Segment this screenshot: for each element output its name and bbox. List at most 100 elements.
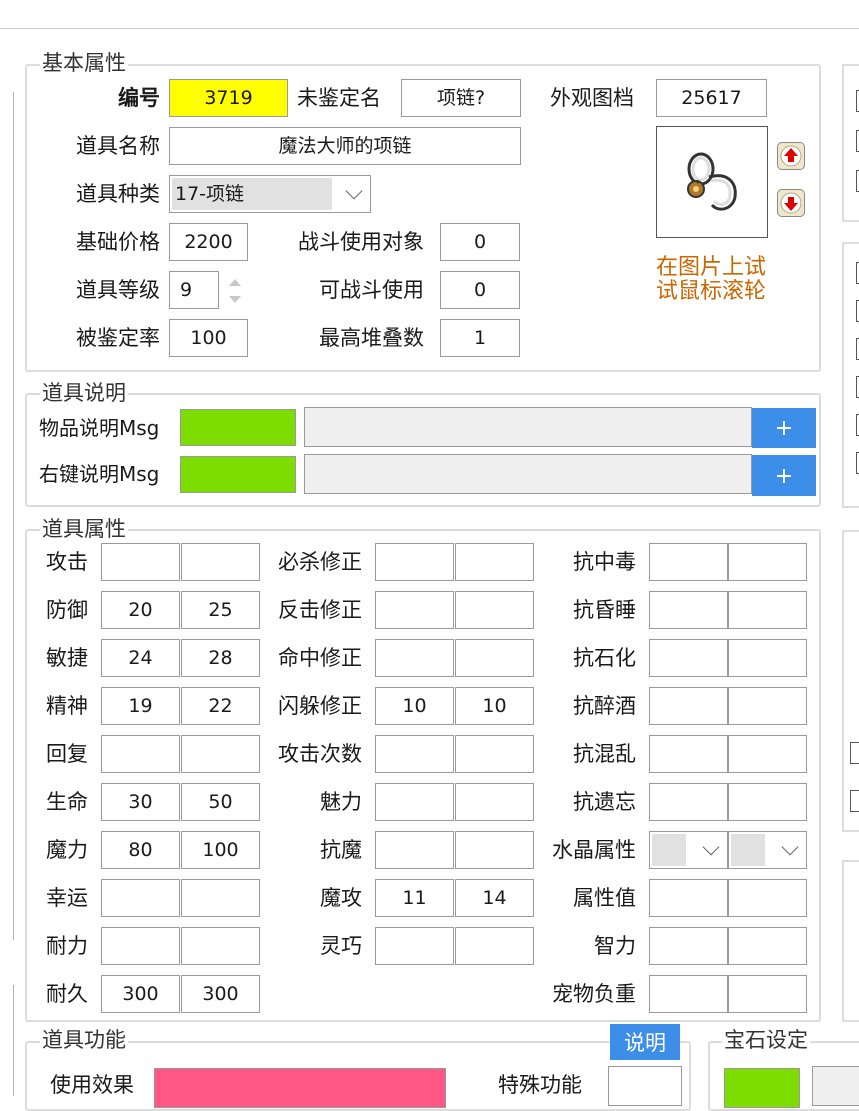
- special-function-field[interactable]: [608, 1066, 682, 1106]
- appearance-id-label: 外观图档: [550, 86, 634, 110]
- attr-right-field-max[interactable]: [728, 927, 807, 965]
- level-spinner[interactable]: [226, 274, 244, 308]
- chevron-down-icon: [781, 838, 799, 856]
- attr-mid-field-min[interactable]: [375, 591, 454, 629]
- use-effect-field[interactable]: [154, 1068, 446, 1108]
- attr-right-field-max[interactable]: [728, 879, 807, 917]
- id-label: 编号: [118, 86, 160, 110]
- right-panel-3-checkbox-1[interactable]: [850, 742, 859, 764]
- right-click-msg-text-field[interactable]: [304, 454, 752, 494]
- gem-extra-field[interactable]: [812, 1066, 859, 1106]
- attr-left-field-max[interactable]: [181, 735, 260, 773]
- base-price-label: 基础价格: [76, 230, 160, 254]
- unidentified-name-field[interactable]: 项链?: [401, 79, 521, 117]
- item-level-label: 道具等级: [76, 278, 160, 302]
- attr-left-field-max[interactable]: [181, 543, 260, 581]
- attr-left-field-min[interactable]: 300: [101, 975, 180, 1013]
- attr-left-field-max[interactable]: 300: [181, 975, 260, 1013]
- attr-mid-field-min[interactable]: [375, 543, 454, 581]
- attr-left-field-max[interactable]: 25: [181, 591, 260, 629]
- attr-right-field-min[interactable]: [649, 879, 728, 917]
- battle-target-field[interactable]: 0: [440, 223, 520, 261]
- max-stack-field[interactable]: 1: [440, 319, 520, 357]
- attr-right-field-max[interactable]: [728, 975, 807, 1013]
- battle-usable-field[interactable]: 0: [440, 271, 520, 309]
- item-type-select[interactable]: 17-项链: [169, 175, 371, 213]
- attr-left-field-min[interactable]: 24: [101, 639, 180, 677]
- attr-right-label: 抗醉酒: [573, 694, 636, 718]
- function-help-button[interactable]: 说明: [610, 1024, 680, 1060]
- attr-right-field-min[interactable]: [649, 591, 728, 629]
- gem-id-field[interactable]: [724, 1068, 800, 1108]
- attr-right-field-min[interactable]: [649, 735, 728, 773]
- attr-mid-field-min[interactable]: [375, 735, 454, 773]
- item-msg-text-field[interactable]: [304, 407, 752, 447]
- attr-mid-field-min[interactable]: [375, 639, 454, 677]
- attr-left-label: 幸运: [46, 886, 88, 910]
- attr-mid-field-min[interactable]: [375, 927, 454, 965]
- attr-left-field-min[interactable]: 20: [101, 591, 180, 629]
- attr-left-field-max[interactable]: [181, 879, 260, 917]
- item-msg-id-field[interactable]: [180, 409, 296, 446]
- image-down-button[interactable]: [777, 189, 805, 217]
- image-up-button[interactable]: [777, 142, 805, 170]
- attr-right-field-min[interactable]: [649, 687, 728, 725]
- spinner-arrows-icon: [229, 279, 241, 303]
- attr-mid-field-min[interactable]: 10: [375, 687, 454, 725]
- attr-left-field-max[interactable]: 22: [181, 687, 260, 725]
- item-level-field[interactable]: 9: [169, 271, 219, 309]
- attr-left-field-min[interactable]: 80: [101, 831, 180, 869]
- attr-right-field-max[interactable]: [728, 591, 807, 629]
- attr-mid-label: 必杀修正: [278, 550, 362, 574]
- attr-right-field-max[interactable]: [728, 687, 807, 725]
- chevron-down-icon: [702, 838, 720, 856]
- attr-right-field-max[interactable]: [728, 783, 807, 821]
- item-image-preview[interactable]: [656, 126, 768, 238]
- attr-left-field-min[interactable]: [101, 879, 180, 917]
- attr-right-field-max[interactable]: [728, 543, 807, 581]
- crystal-attribute-select-a[interactable]: [649, 831, 728, 869]
- necklace-icon: [687, 152, 737, 211]
- attr-right-field-max[interactable]: [728, 639, 807, 677]
- attr-right-field-min[interactable]: [649, 543, 728, 581]
- attr-mid-label: 魔攻: [320, 886, 362, 910]
- identify-rate-field[interactable]: 100: [169, 319, 248, 357]
- attr-mid-label: 抗魔: [320, 838, 362, 862]
- right-panel-3-checkbox-2[interactable]: [850, 790, 859, 812]
- attr-right-field-min[interactable]: [649, 783, 728, 821]
- attr-mid-field-min[interactable]: [375, 783, 454, 821]
- identify-rate-label: 被鉴定率: [76, 326, 160, 350]
- use-effect-label: 使用效果: [50, 1073, 134, 1097]
- attr-left-field-max[interactable]: 100: [181, 831, 260, 869]
- attr-right-field-max[interactable]: [728, 735, 807, 773]
- gem-settings-legend: 宝石设定: [722, 1028, 810, 1052]
- right-click-msg-add-button[interactable]: +: [752, 455, 816, 496]
- id-field[interactable]: 3719: [169, 79, 288, 117]
- attr-mid-field-min[interactable]: [375, 831, 454, 869]
- attr-left-label: 回复: [46, 742, 88, 766]
- attr-right-field-min[interactable]: [649, 975, 728, 1013]
- attr-left-field-min[interactable]: 19: [101, 687, 180, 725]
- attr-mid-field-min[interactable]: 11: [375, 879, 454, 917]
- attr-left-field-max[interactable]: [181, 927, 260, 965]
- attr-right-label: 水晶属性: [552, 838, 636, 862]
- attr-mid-label: 命中修正: [278, 646, 362, 670]
- unidentified-name-label: 未鉴定名: [297, 86, 381, 110]
- attr-left-label: 精神: [46, 694, 88, 718]
- left-panel-edge-lower: [13, 985, 14, 1096]
- attr-left-field-max[interactable]: 28: [181, 639, 260, 677]
- attr-left-field-min[interactable]: [101, 735, 180, 773]
- attr-left-field-min[interactable]: [101, 927, 180, 965]
- attr-left-field-min[interactable]: [101, 543, 180, 581]
- item-name-field[interactable]: 魔法大师的项链: [169, 127, 521, 165]
- arrow-up-icon: [780, 145, 802, 167]
- attr-left-field-min[interactable]: 30: [101, 783, 180, 821]
- attr-right-field-min[interactable]: [649, 639, 728, 677]
- appearance-id-field[interactable]: 25617: [656, 79, 767, 117]
- attr-right-field-min[interactable]: [649, 927, 728, 965]
- item-msg-add-button[interactable]: +: [752, 408, 816, 448]
- base-price-field[interactable]: 2200: [169, 223, 248, 261]
- right-click-msg-id-field[interactable]: [180, 456, 296, 493]
- crystal-attribute-select-b[interactable]: [728, 831, 807, 869]
- attr-left-field-max[interactable]: 50: [181, 783, 260, 821]
